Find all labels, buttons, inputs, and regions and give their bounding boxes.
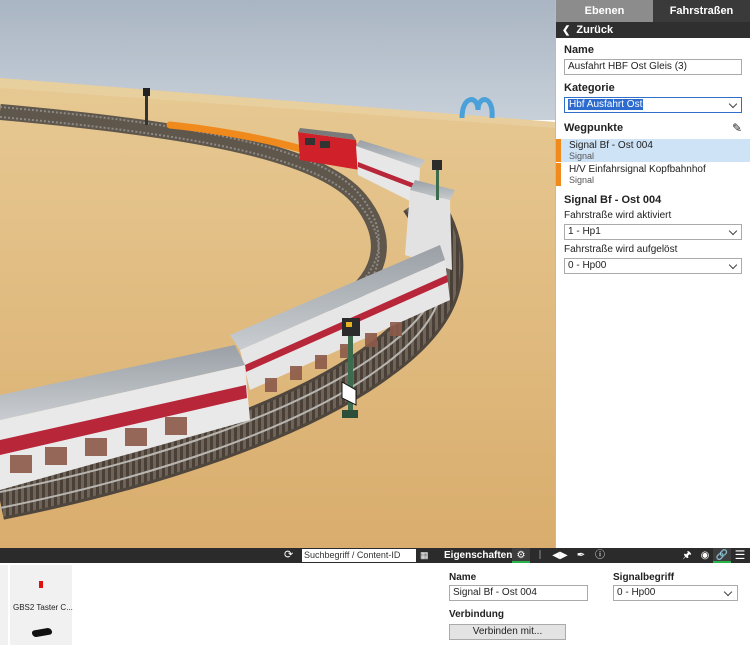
waypoint-item[interactable]: H/V Einfahrsignal Kopfbahnhof Signal — [556, 163, 750, 186]
gear-icon[interactable]: ⚙ — [512, 548, 530, 563]
info-icon[interactable]: ⓘ — [591, 548, 609, 563]
wegpunkte-header: Wegpunkte ✎ — [556, 120, 750, 136]
tab-ebenen[interactable]: Ebenen — [556, 0, 653, 22]
detail-title: Signal Bf - Ost 004 — [564, 194, 662, 206]
arrows-icon[interactable]: ◀▶ — [551, 548, 569, 563]
released-label: Fahrstraße wird aufgelöst — [564, 244, 678, 255]
signal-select[interactable]: 0 - Hp00 — [613, 585, 738, 601]
activated-select[interactable]: 1 - Hp1 — [564, 224, 742, 240]
brush-icon[interactable]: ✒ — [572, 548, 590, 563]
bottom-toolbar: ⟳ Suchbegriff / Content-ID ▦ Eigenschaft… — [0, 548, 750, 563]
route-panel: Ebenen Fahrstraßen ❮ Zurück Name Ausfahrt… — [555, 0, 750, 548]
panel-tabs: Ebenen Fahrstraßen — [556, 0, 750, 22]
released-select[interactable]: 0 - Hp00 — [564, 258, 742, 274]
scene-render[interactable] — [0, 0, 555, 548]
catalog-search-input[interactable]: Suchbegriff / Content-ID — [302, 549, 416, 562]
name-label: Name — [564, 44, 594, 56]
waypoint-type: Signal — [569, 175, 595, 185]
prop-name-label: Name — [449, 572, 477, 583]
kategorie-label: Kategorie — [564, 82, 615, 94]
kategorie-value: Hbf Ausfahrt Ost — [568, 99, 644, 110]
wegpunkte-label: Wegpunkte — [564, 122, 624, 134]
pencil-icon[interactable]: ✎ — [732, 121, 742, 135]
waypoint-item[interactable]: Signal Bf - Ost 004 Signal — [556, 139, 750, 162]
catalog-item-partial[interactable] — [0, 565, 8, 645]
catalog-item[interactable]: GBS2 Taster C... — [10, 565, 73, 645]
signal-label: Signalbegriff — [613, 572, 675, 583]
bottom-content: GBS2 Taster C... Name Signal Bf - Ost 00… — [0, 563, 750, 645]
waypoint-type: Signal — [569, 151, 595, 161]
connection-label: Verbindung — [449, 609, 504, 620]
tab-fahrstrassen[interactable]: Fahrstraßen — [653, 0, 750, 22]
waypoint-title: Signal Bf - Ost 004 — [569, 140, 653, 151]
kategorie-select[interactable]: Hbf Ausfahrt Ost — [564, 97, 742, 113]
back-label: Zurück — [576, 24, 614, 36]
link-icon[interactable]: 🔗 — [713, 548, 731, 563]
catalog-item-label: GBS2 Taster C... — [13, 603, 73, 612]
thumbnail-shape — [31, 627, 53, 638]
refresh-icon[interactable]: ⟳ — [284, 548, 293, 563]
chevron-left-icon: ❮ — [562, 25, 571, 36]
3d-viewport[interactable] — [0, 0, 555, 548]
activated-label: Fahrstraße wird aktiviert — [564, 210, 672, 221]
grid-icon[interactable]: ▦ — [420, 550, 429, 561]
pin-icon[interactable]: 🖈 — [678, 548, 696, 563]
waypoint-title: H/V Einfahrsignal Kopfbahnhof — [569, 164, 706, 175]
route-name-input[interactable]: Ausfahrt HBF Ost Gleis (3) — [564, 59, 742, 75]
thumbnail-red-light — [39, 581, 43, 588]
back-button[interactable]: ❮ Zurück — [556, 22, 750, 38]
menu-icon[interactable]: ☰ — [731, 548, 749, 563]
eye-icon[interactable]: ◉ — [696, 548, 714, 563]
connect-button[interactable]: Verbinden mit... — [449, 624, 566, 640]
prop-name-input[interactable]: Signal Bf - Ost 004 — [449, 585, 588, 601]
properties-title: Eigenschaften — [444, 550, 513, 561]
network-icon[interactable]: ᛁ — [531, 548, 549, 563]
